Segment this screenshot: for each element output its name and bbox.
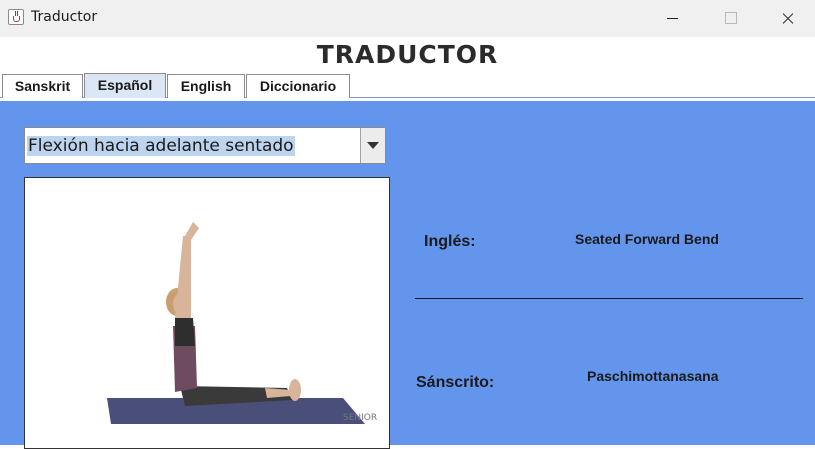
maximize-button[interactable] [700, 0, 758, 37]
sanskrit-value: Paschimottanasana [587, 368, 719, 384]
chevron-down-icon[interactable] [360, 128, 385, 163]
english-value: Seated Forward Bend [575, 231, 719, 247]
translator-panel: Flexión hacia adelante sentado SENIOR In… [0, 99, 815, 449]
pose-select[interactable]: Flexión hacia adelante sentado [24, 127, 386, 164]
tab-english[interactable]: English [167, 74, 245, 98]
yoga-pose-illustration: SENIOR [25, 178, 389, 448]
english-label: Inglés: [424, 233, 476, 250]
title-bar: Traductor [0, 0, 815, 37]
tab-espanol[interactable]: Español [84, 73, 166, 98]
pose-image: SENIOR [24, 177, 390, 449]
window-title: Traductor [31, 9, 98, 25]
tab-diccionario[interactable]: Diccionario [246, 74, 350, 98]
java-cup-icon [8, 9, 24, 25]
close-button[interactable] [757, 0, 815, 37]
app-title: TRADUCTOR [316, 40, 499, 69]
sanskrit-label: Sánscrito: [416, 374, 495, 391]
pose-select-value: Flexión hacia adelante sentado [27, 136, 295, 156]
app-header: TRADUCTOR [0, 37, 815, 73]
minimize-button[interactable] [643, 0, 701, 37]
tab-sanskrit[interactable]: Sanskrit [2, 74, 83, 98]
divider [415, 298, 803, 299]
image-watermark: SENIOR [343, 413, 377, 423]
tab-bar: Sanskrit Español English Diccionario [0, 73, 815, 98]
